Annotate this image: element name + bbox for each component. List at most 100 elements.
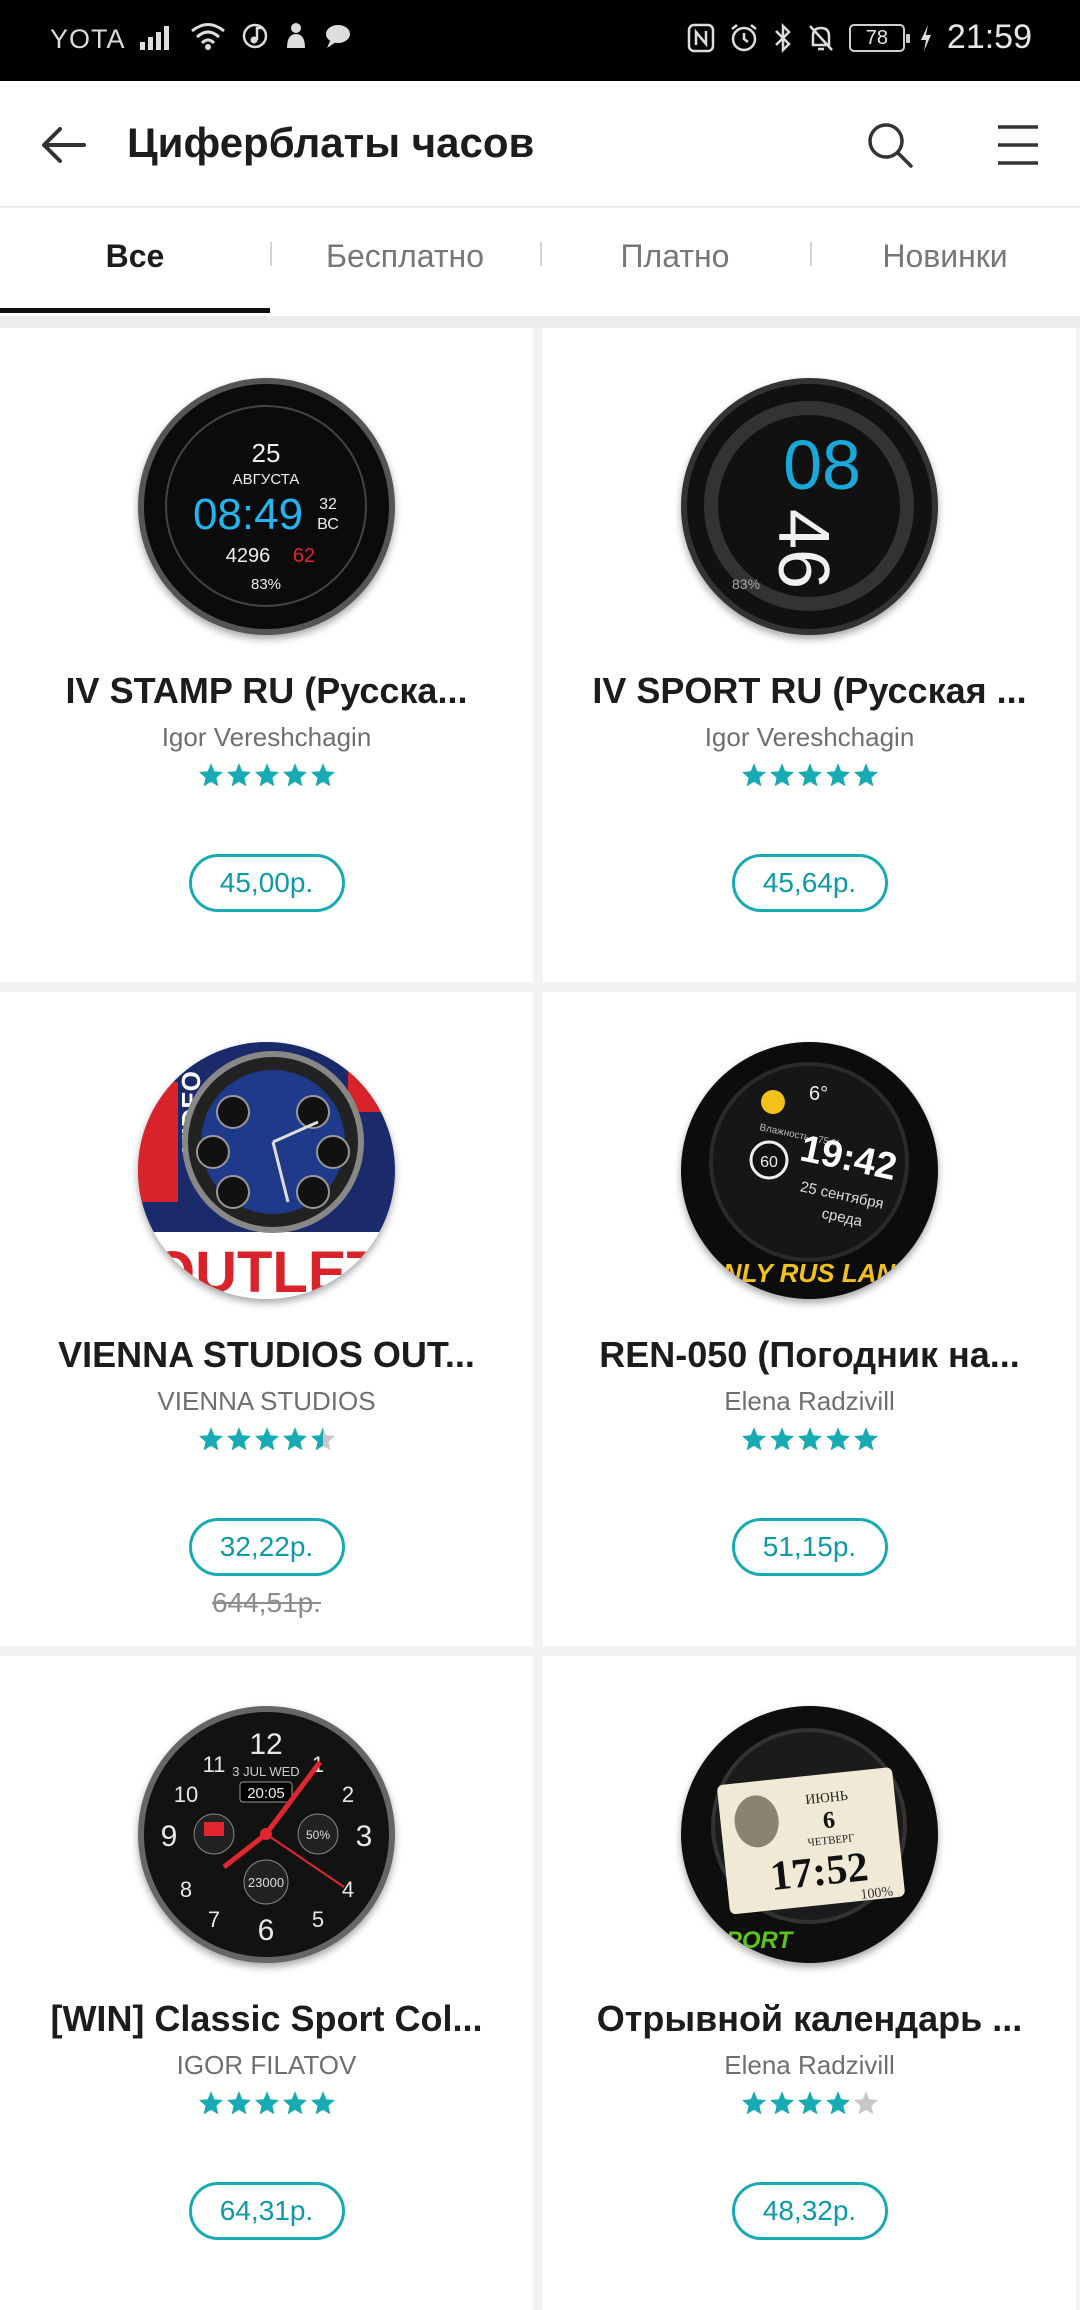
watchface-author: VIENNA STUDIOS — [157, 1386, 376, 1416]
star-icon — [741, 2091, 766, 2115]
star-icon — [198, 763, 223, 787]
face-date: 3 JUL WED — [232, 1764, 299, 1779]
face-date: 25 — [252, 438, 281, 468]
watchface-card[interactable]: 6° Влажность - 75 % 60 19:42 25 сентября… — [543, 992, 1076, 1646]
watchface-author: Igor Vereshchagin — [161, 722, 372, 752]
star-icon — [797, 763, 822, 787]
charging-icon — [920, 24, 931, 51]
watchface-name: VIENNA STUDIOS OUT... — [58, 1334, 475, 1375]
star-icon — [254, 1427, 279, 1451]
rating-stars — [0, 762, 533, 792]
svg-text:5: 5 — [312, 1907, 324, 1932]
watchface-preview-image: 126 93 111 102 84 75 3 JUL WED 20:05 50%… — [138, 1706, 395, 1963]
star-icon — [226, 2091, 251, 2115]
wifi-icon — [191, 23, 225, 50]
svg-text:3: 3 — [356, 1820, 373, 1853]
face-month: АВГУСТА — [233, 471, 300, 488]
tab-paid[interactable]: Платно — [540, 208, 810, 316]
star-icon — [310, 2091, 335, 2115]
watchface-author: IGOR FILATOV — [176, 2050, 357, 2080]
face-badge: 60 — [760, 1154, 778, 1171]
page-title: Циферблаты часов — [127, 119, 535, 166]
star-icon — [769, 2091, 794, 2115]
price-button[interactable]: 45,00р. — [188, 854, 345, 912]
menu-icon[interactable] — [994, 121, 1042, 169]
face-steps: 4296 — [226, 545, 271, 567]
hand-icon — [287, 23, 305, 48]
svg-text:11: 11 — [203, 1752, 226, 1777]
watchface-preview-image: 6° Влажность - 75 % 60 19:42 25 сентября… — [681, 1042, 938, 1299]
svg-text:9: 9 — [161, 1820, 178, 1853]
watchface-card[interactable]: ИЮНЬ 6 ЧЕТВЕРГ 17:52 100% SPORT Отрывной… — [543, 1656, 1076, 2310]
back-arrow-icon[interactable] — [36, 117, 92, 173]
price-button[interactable]: 64,31р. — [188, 2182, 345, 2240]
star-icon — [825, 763, 850, 787]
svg-text:4: 4 — [342, 1877, 354, 1902]
face-time: 20:05 — [247, 1785, 285, 1802]
svg-text:6: 6 — [258, 1914, 275, 1947]
face-banner: SPORT — [710, 1927, 795, 1954]
face-weekday: ВС — [317, 516, 339, 533]
rating-stars — [543, 762, 1076, 792]
tab-all[interactable]: Все — [0, 208, 270, 316]
active-tab-indicator — [0, 308, 270, 313]
status-bar: YOTA 78 21:59 — [0, 0, 1080, 81]
search-icon[interactable] — [864, 119, 916, 171]
music-icon — [242, 23, 268, 49]
face-time: 08:49 — [193, 490, 303, 539]
rating-stars — [0, 1426, 533, 1456]
face-percent: 50% — [306, 1828, 330, 1842]
watchface-name: [WIN] Classic Sport Col... — [50, 1998, 483, 2039]
price-button[interactable]: 48,32р. — [731, 2182, 888, 2240]
star-icon — [226, 763, 251, 787]
watchface-card[interactable]: 126 93 111 102 84 75 3 JUL WED 20:05 50%… — [0, 1656, 533, 2310]
price-button[interactable]: 32,22р. — [188, 1518, 345, 1576]
tabs-divider — [0, 316, 1080, 328]
alarm-icon — [731, 23, 757, 51]
watchface-name: Отрывной календарь ... — [596, 1998, 1023, 2039]
face-hour: 08 — [783, 426, 861, 504]
svg-text:10: 10 — [174, 1782, 198, 1807]
face-seconds: 32 — [319, 496, 337, 513]
watchface-preview-image: 25 АВГУСТА 08:49 32 ВС 4296 62 83% — [138, 378, 395, 635]
nfc-icon — [687, 23, 715, 52]
star-icon — [797, 2091, 822, 2115]
star-icon — [310, 1427, 335, 1451]
rating-stars — [0, 2090, 533, 2120]
face-steps: 23000 — [248, 1875, 284, 1890]
carrier-label: YOTA — [50, 24, 126, 54]
star-icon — [282, 2091, 307, 2115]
face-battery: 83% — [251, 576, 281, 593]
clock: 21:59 — [946, 18, 1032, 56]
star-icon — [254, 2091, 279, 2115]
star-icon — [853, 1427, 878, 1451]
tab-new[interactable]: Новинки — [810, 208, 1080, 316]
face-banner: ONLY RUS LANG — [703, 1258, 916, 1288]
price-button[interactable]: 51,15р. — [731, 1518, 888, 1576]
face-temperature: 6° — [809, 1083, 828, 1105]
star-icon — [825, 2091, 850, 2115]
app-bar: Циферблаты часов — [0, 81, 1080, 207]
price-button[interactable]: 45,64р. — [731, 854, 888, 912]
watchface-card[interactable]: VIDEO OUTLET VIENNA STUDIOS OUT... VIENN… — [0, 992, 533, 1646]
face-banner: OUTLET — [150, 1240, 382, 1299]
tab-free[interactable]: Бесплатно — [270, 208, 540, 316]
mute-icon — [808, 24, 833, 51]
watchface-author: Elena Radzivill — [724, 1386, 895, 1416]
star-icon — [853, 2091, 878, 2115]
star-icon — [853, 763, 878, 787]
watchface-name: REN-050 (Погодник на... — [599, 1334, 1020, 1375]
star-icon — [198, 2091, 223, 2115]
watchface-preview-image: 08 46 83% — [681, 378, 938, 635]
face-minute: 46 — [763, 509, 843, 589]
watchface-name: IV STAMP RU (Русска... — [65, 670, 468, 711]
star-icon — [310, 763, 335, 787]
watchface-preview-image: ИЮНЬ 6 ЧЕТВЕРГ 17:52 100% SPORT — [681, 1706, 938, 1963]
watchface-card[interactable]: 25 АВГУСТА 08:49 32 ВС 4296 62 83% IV ST… — [0, 328, 533, 982]
star-icon — [797, 1427, 822, 1451]
face-heart-rate: 62 — [293, 545, 315, 567]
watchface-name: IV SPORT RU (Русская ... — [592, 670, 1027, 711]
watchface-author: Elena Radzivill — [724, 2050, 895, 2080]
watchface-card[interactable]: 08 46 83% IV SPORT RU (Русская ... Igor … — [543, 328, 1076, 982]
star-icon — [198, 1427, 223, 1451]
